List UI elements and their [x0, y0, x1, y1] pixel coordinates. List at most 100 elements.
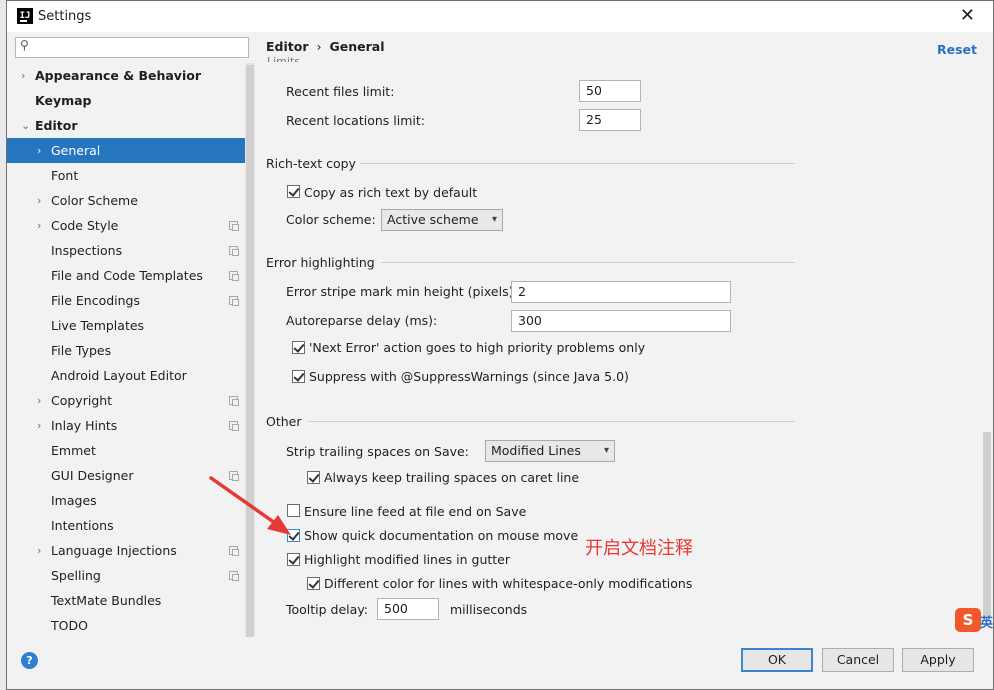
content-scrollbar-thumb[interactable] — [983, 432, 991, 618]
keep-trailing-label: Always keep trailing spaces on caret lin… — [324, 470, 580, 485]
sidebar-item-android-layout-editor[interactable]: Android Layout Editor — [7, 363, 255, 388]
recent-locations-label: Recent locations limit: — [286, 113, 425, 128]
chevron-down-icon[interactable]: ⌄ — [21, 113, 30, 138]
sidebar-item-font[interactable]: Font — [7, 163, 255, 188]
keep-trailing-checkbox[interactable] — [307, 471, 320, 484]
chevron-right-icon[interactable]: › — [21, 63, 25, 88]
project-scope-icon — [229, 271, 239, 281]
chevron-down-icon: ▾ — [491, 214, 497, 225]
sidebar-item-inspections[interactable]: Inspections — [7, 238, 255, 263]
copy-rich-text-label: Copy as rich text by default — [304, 185, 478, 200]
tooltip-delay-input[interactable]: 500 — [377, 598, 439, 620]
sidebar-item-label: Inlay Hints — [51, 418, 118, 433]
settings-dialog: IJ Settings ✕ ⚲ › Appearance & Behavior Ke… — [6, 0, 994, 690]
sidebar-item-label: File Encodings — [51, 293, 141, 308]
highlight-modified-checkbox[interactable] — [287, 553, 300, 566]
next-error-checkbox[interactable] — [292, 341, 305, 354]
sidebar-item-label: TextMate Bundles — [51, 593, 162, 608]
sidebar-item-spelling[interactable]: Spelling — [7, 563, 255, 588]
color-scheme-label: Color scheme: — [286, 212, 376, 227]
color-scheme-value: Active scheme — [387, 212, 479, 227]
close-button[interactable]: ✕ — [960, 5, 975, 26]
reset-link[interactable]: Reset — [937, 42, 977, 57]
chevron-right-icon[interactable]: › — [37, 413, 41, 438]
settings-sidebar: ⚲ › Appearance & Behavior Keymap ⌄ Editor › Ge… — [7, 32, 255, 651]
recent-files-label: Recent files limit: — [286, 84, 395, 99]
window-title: Settings — [38, 9, 92, 24]
sidebar-item-label: File Types — [51, 343, 112, 358]
chevron-right-icon[interactable]: › — [37, 188, 41, 213]
rich-text-section-title: Rich-text copy — [266, 156, 356, 171]
sidebar-item-file-encodings[interactable]: File Encodings — [7, 288, 255, 313]
sidebar-item-language-injections[interactable]: › Language Injections — [7, 538, 255, 563]
cancel-button[interactable]: Cancel — [822, 648, 894, 672]
sidebar-item-keymap[interactable]: Keymap — [7, 88, 255, 113]
ensure-line-feed-label: Ensure line feed at file end on Save — [304, 504, 527, 519]
sidebar-item-live-templates[interactable]: Live Templates — [7, 313, 255, 338]
sidebar-item-label: GUI Designer — [51, 468, 134, 483]
sidebar-item-label: Inspections — [51, 243, 123, 258]
sidebar-item-code-style[interactable]: › Code Style — [7, 213, 255, 238]
sogou-ime-icon[interactable]: S — [955, 608, 981, 632]
breadcrumb-editor[interactable]: Editor — [266, 39, 309, 54]
next-error-label: 'Next Error' action goes to high priorit… — [309, 340, 646, 355]
error-stripe-label: Error stripe mark min height (pixels): — [286, 284, 518, 299]
chevron-right-icon[interactable]: › — [37, 538, 41, 563]
autoreparse-label: Autoreparse delay (ms): — [286, 313, 438, 328]
suppress-warnings-checkbox[interactable] — [292, 370, 305, 383]
sidebar-item-textmate-bundles[interactable]: TextMate Bundles — [7, 588, 255, 613]
project-scope-icon — [229, 296, 239, 306]
sidebar-item-file-types[interactable]: File Types — [7, 338, 255, 363]
project-scope-icon — [229, 396, 239, 406]
color-scheme-select[interactable]: Active scheme ▾ — [381, 209, 503, 231]
chevron-down-icon: ▾ — [603, 445, 609, 456]
annotation-note: 开启文档注释 — [585, 538, 693, 559]
chevron-right-icon[interactable]: › — [37, 388, 41, 413]
sidebar-item-appearance-behavior[interactable]: › Appearance & Behavior — [7, 63, 255, 88]
settings-search-input[interactable]: ⚲ — [15, 37, 249, 58]
project-scope-icon — [229, 421, 239, 431]
chevron-right-icon[interactable]: › — [37, 138, 41, 163]
sidebar-item-color-scheme[interactable]: › Color Scheme — [7, 188, 255, 213]
sidebar-item-label: General — [51, 143, 101, 158]
copy-rich-text-checkbox[interactable] — [287, 185, 300, 198]
tooltip-delay-label: Tooltip delay: — [286, 602, 369, 617]
section-divider — [360, 163, 795, 164]
sidebar-item-editor[interactable]: ⌄ Editor — [7, 113, 255, 138]
sidebar-item-label: Intentions — [51, 518, 114, 533]
sidebar-item-label: Live Templates — [51, 318, 145, 333]
sidebar-item-general[interactable]: › General — [7, 138, 255, 163]
sidebar-item-todo[interactable]: TODO — [7, 613, 255, 638]
tooltip-delay-unit: milliseconds — [450, 602, 528, 617]
sidebar-item-file-and-code-templates[interactable]: File and Code Templates — [7, 263, 255, 288]
sidebar-item-emmet[interactable]: Emmet — [7, 438, 255, 463]
highlight-modified-label: Highlight modified lines in gutter — [304, 552, 511, 567]
section-divider — [308, 421, 795, 422]
sidebar-item-label: Copyright — [51, 393, 113, 408]
ok-button[interactable]: OK — [741, 648, 813, 672]
chevron-right-icon[interactable]: › — [37, 213, 41, 238]
section-divider — [381, 262, 795, 263]
different-color-checkbox[interactable] — [307, 577, 320, 590]
project-scope-icon — [229, 571, 239, 581]
breadcrumb: Editor › General — [266, 39, 385, 54]
sidebar-item-label: Emmet — [51, 443, 96, 458]
sidebar-scrollbar-thumb[interactable] — [246, 65, 254, 641]
dialog-footer: ? OK Cancel Apply — [7, 637, 993, 689]
other-section-title: Other — [266, 414, 302, 429]
autoreparse-input[interactable]: 300 — [511, 310, 731, 332]
sidebar-item-label: TODO — [51, 618, 88, 633]
ime-language-indicator[interactable]: 英 — [980, 612, 993, 631]
recent-files-input[interactable]: 50 — [579, 80, 641, 102]
help-icon[interactable]: ? — [21, 652, 38, 669]
apply-button[interactable]: Apply — [902, 648, 974, 672]
recent-locations-input[interactable]: 25 — [579, 109, 641, 131]
sidebar-item-label: Appearance & Behavior — [35, 68, 201, 83]
strip-trailing-select[interactable]: Modified Lines ▾ — [485, 440, 615, 462]
breadcrumb-separator-icon: › — [316, 39, 322, 54]
error-stripe-input[interactable]: 2 — [511, 281, 731, 303]
error-highlighting-section-title: Error highlighting — [266, 255, 375, 270]
sidebar-item-copyright[interactable]: › Copyright — [7, 388, 255, 413]
sidebar-item-label: Keymap — [35, 93, 92, 108]
sidebar-item-inlay-hints[interactable]: › Inlay Hints — [7, 413, 255, 438]
